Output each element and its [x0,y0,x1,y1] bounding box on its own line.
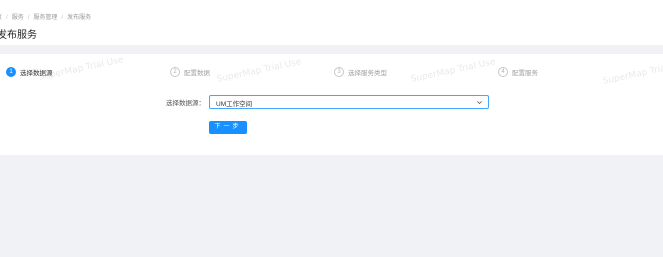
breadcrumb-separator: / [6,15,8,21]
step-label: 配置数据 [184,70,210,77]
breadcrumb-home[interactable]: 页 [0,15,2,21]
breadcrumb-publish-service: 发布服务 [67,15,92,21]
step-number-2: 2 [170,67,180,77]
step-configure-service: 4 配置服务 [498,66,538,78]
page-header: 页/服务/服务管理/发布服务 发布服务 [0,0,663,45]
breadcrumb-separator: / [27,15,30,21]
step-number-4: 4 [498,67,508,77]
datasource-select[interactable]: UM工作空间 [209,95,489,109]
breadcrumb-service-management[interactable]: 服务管理 [33,15,57,21]
step-number-3: 3 [334,67,344,77]
breadcrumb-services[interactable]: 服务 [12,15,24,21]
step-label: 配置服务 [512,70,538,77]
step-configure-data: 2 配置数据 [170,66,210,78]
datasource-label: 选择数据源： [166,100,205,107]
breadcrumb: 页/服务/服务管理/发布服务 [0,12,91,21]
page-title: 发布服务 [0,30,37,41]
step-label: 选择数据源 [20,70,53,77]
chevron-down-icon [477,101,482,105]
datasource-select-value: UM工作空间 [216,101,253,108]
step-select-datasource: 1 选择数据源 [6,66,53,78]
breadcrumb-separator: / [61,15,64,21]
step-select-service-type: 3 选择服务类型 [334,66,387,78]
next-step-button[interactable]: 下一步 [209,121,247,134]
step-label: 选择服务类型 [348,70,387,77]
step-number-1: 1 [6,67,16,77]
